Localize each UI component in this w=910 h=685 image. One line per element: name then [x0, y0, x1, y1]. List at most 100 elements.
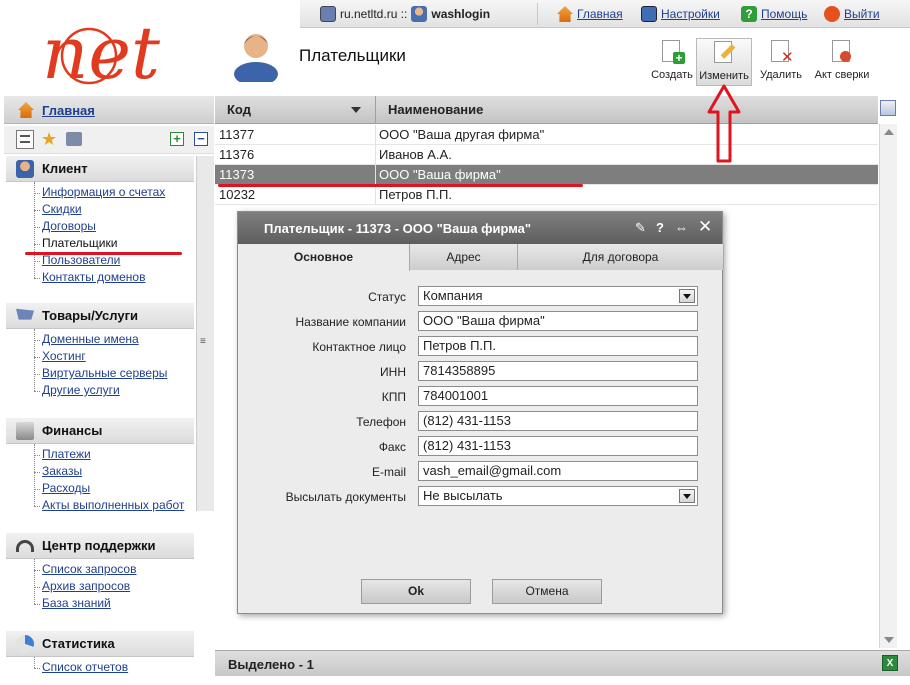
sidebar-item-requests-archive[interactable]: Архив запросов: [34, 578, 194, 595]
payers-avatar-icon: [234, 34, 278, 82]
sidebar-item-acts[interactable]: Акты выполненных работ: [34, 497, 194, 514]
column-name[interactable]: Наименование: [388, 102, 483, 117]
status-value: Компания: [423, 288, 483, 303]
help-icon[interactable]: ?: [656, 220, 664, 235]
tab-address[interactable]: Адрес: [410, 244, 518, 270]
pin-icon[interactable]: ✎: [635, 220, 646, 236]
list-view-icon[interactable]: [16, 130, 34, 149]
tree-line: [34, 559, 35, 604]
logout-link-label[interactable]: Выйти: [844, 7, 880, 21]
dropdown-arrow-icon[interactable]: [679, 489, 695, 503]
section-title: Клиент: [42, 161, 88, 176]
section-header[interactable]: Центр поддержки: [6, 533, 194, 559]
sidebar-item-contracts[interactable]: Договоры: [34, 218, 194, 235]
inn-input[interactable]: 7814358895: [418, 361, 698, 381]
home-link-label[interactable]: Главная: [577, 7, 623, 21]
sidebar-item-requests[interactable]: Список запросов: [34, 561, 194, 578]
grid-scrollbar[interactable]: [879, 124, 897, 648]
tab-contract[interactable]: Для договора: [518, 244, 724, 270]
fax-input[interactable]: (812) 431-1153: [418, 436, 698, 456]
expand-all-icon[interactable]: +: [170, 132, 184, 146]
close-icon[interactable]: ✕: [698, 217, 712, 237]
headset-icon: [16, 540, 34, 552]
edit-icon: [711, 41, 737, 67]
column-chooser-icon[interactable]: [880, 100, 896, 116]
reconcile-icon: [829, 40, 855, 66]
reconcile-label: Акт сверки: [814, 69, 870, 81]
sidebar-item-discounts[interactable]: Скидки: [34, 201, 194, 218]
table-row[interactable]: 11376 Иванов А.А.: [215, 145, 878, 165]
logout-link[interactable]: Выйти: [824, 6, 880, 22]
sidebar-home-label[interactable]: Главная: [42, 103, 95, 118]
dropdown-arrow-icon[interactable]: [679, 289, 695, 303]
star-icon[interactable]: ★: [41, 129, 57, 149]
send-docs-label: Высылать документы: [285, 490, 406, 504]
briefcase-icon[interactable]: [66, 132, 82, 146]
sidebar-section-support: Центр поддержки Список запросов Архив за…: [6, 533, 194, 612]
column-code[interactable]: Код: [227, 102, 251, 117]
status-select[interactable]: Компания: [418, 286, 698, 306]
sidebar-item-payers[interactable]: Плательщики: [34, 235, 194, 252]
cell-name: ООО "Ваша другая фирма": [379, 127, 545, 142]
sidebar-item-other-services[interactable]: Другие услуги: [34, 382, 194, 399]
scroll-down-icon[interactable]: [884, 637, 894, 643]
ok-button[interactable]: Ok: [361, 579, 471, 604]
sidebar-item-reports[interactable]: Список отчетов: [34, 659, 194, 676]
home-link[interactable]: Главная: [557, 6, 623, 22]
cart-icon: [16, 308, 34, 320]
settings-link[interactable]: Настройки: [641, 6, 720, 22]
cell-name: ООО "Ваша фирма": [379, 167, 501, 182]
sidebar-item-payments[interactable]: Платежи: [34, 446, 194, 463]
sidebar-item-accounts-info[interactable]: Информация о счетах: [34, 184, 194, 201]
cell-code: 11376: [219, 147, 255, 162]
scroll-up-icon[interactable]: [884, 129, 894, 135]
divider: [537, 3, 538, 25]
sidebar-item-orders[interactable]: Заказы: [34, 463, 194, 480]
sidebar-scrollbar[interactable]: ≡: [196, 156, 214, 511]
send-docs-row: Высылать документы Не высылать: [238, 486, 722, 508]
help-link[interactable]: ? Помощь: [741, 6, 807, 22]
tree-line: [34, 657, 35, 668]
settings-link-label[interactable]: Настройки: [661, 7, 720, 21]
send-docs-select[interactable]: Не высылать: [418, 486, 698, 506]
sidebar-section-finance: Финансы Платежи Заказы Расходы Акты выпо…: [6, 418, 194, 514]
sidebar-home[interactable]: Главная: [4, 96, 214, 124]
section-header[interactable]: Клиент: [6, 156, 194, 182]
cancel-button[interactable]: Отмена: [492, 579, 602, 604]
dialog-titlebar[interactable]: Плательщик - 11373 - ООО "Ваша фирма" ✎ …: [238, 212, 722, 244]
create-button[interactable]: + Создать: [644, 38, 700, 86]
sidebar-item-vps[interactable]: Виртуальные серверы: [34, 365, 194, 382]
contact-person-input[interactable]: Петров П.П.: [418, 336, 698, 356]
sort-desc-icon[interactable]: [351, 107, 361, 113]
calculator-icon: [16, 422, 34, 440]
section-header[interactable]: Статистика: [6, 631, 194, 657]
sidebar-item-hosting[interactable]: Хостинг: [34, 348, 194, 365]
table-row[interactable]: 10232 Петров П.П.: [215, 185, 878, 205]
sidebar-item-expenses[interactable]: Расходы: [34, 480, 194, 497]
highlight-underline: [218, 184, 583, 187]
maximize-icon[interactable]: ⇔: [675, 220, 688, 235]
column-divider[interactable]: [375, 96, 376, 124]
delete-button[interactable]: ✕ Удалить: [753, 38, 809, 86]
sidebar-item-domains[interactable]: Доменные имена: [34, 331, 194, 348]
email-field[interactable]: vash_email@gmail.com: [418, 461, 698, 481]
reconcile-button[interactable]: Акт сверки: [810, 38, 874, 86]
table-row[interactable]: 11377 ООО "Ваша другая фирма": [215, 125, 878, 145]
section-header[interactable]: Товары/Услуги: [6, 303, 194, 329]
sidebar-section-goods: Товары/Услуги Доменные имена Хостинг Вир…: [6, 303, 194, 399]
scroll-grip-icon[interactable]: ≡: [200, 336, 206, 347]
phone-input[interactable]: (812) 431-1153: [418, 411, 698, 431]
sidebar-item-knowledge-base[interactable]: База знаний: [34, 595, 194, 612]
section-items: Информация о счетах Скидки Договоры Плат…: [6, 182, 194, 286]
edit-label: Изменить: [699, 70, 749, 82]
kpp-input[interactable]: 784001001: [418, 386, 698, 406]
tab-main[interactable]: Основное: [238, 244, 410, 271]
collapse-all-icon[interactable]: −: [194, 132, 208, 146]
table-row-selected[interactable]: 11373 ООО "Ваша фирма": [215, 165, 878, 185]
edit-button[interactable]: Изменить: [696, 38, 752, 86]
help-link-label[interactable]: Помощь: [761, 7, 807, 21]
sidebar-item-domain-contacts[interactable]: Контакты доменов: [34, 269, 194, 286]
section-header[interactable]: Финансы: [6, 418, 194, 444]
excel-export-icon[interactable]: X: [882, 655, 898, 671]
company-name-input[interactable]: ООО "Ваша фирма": [418, 311, 698, 331]
